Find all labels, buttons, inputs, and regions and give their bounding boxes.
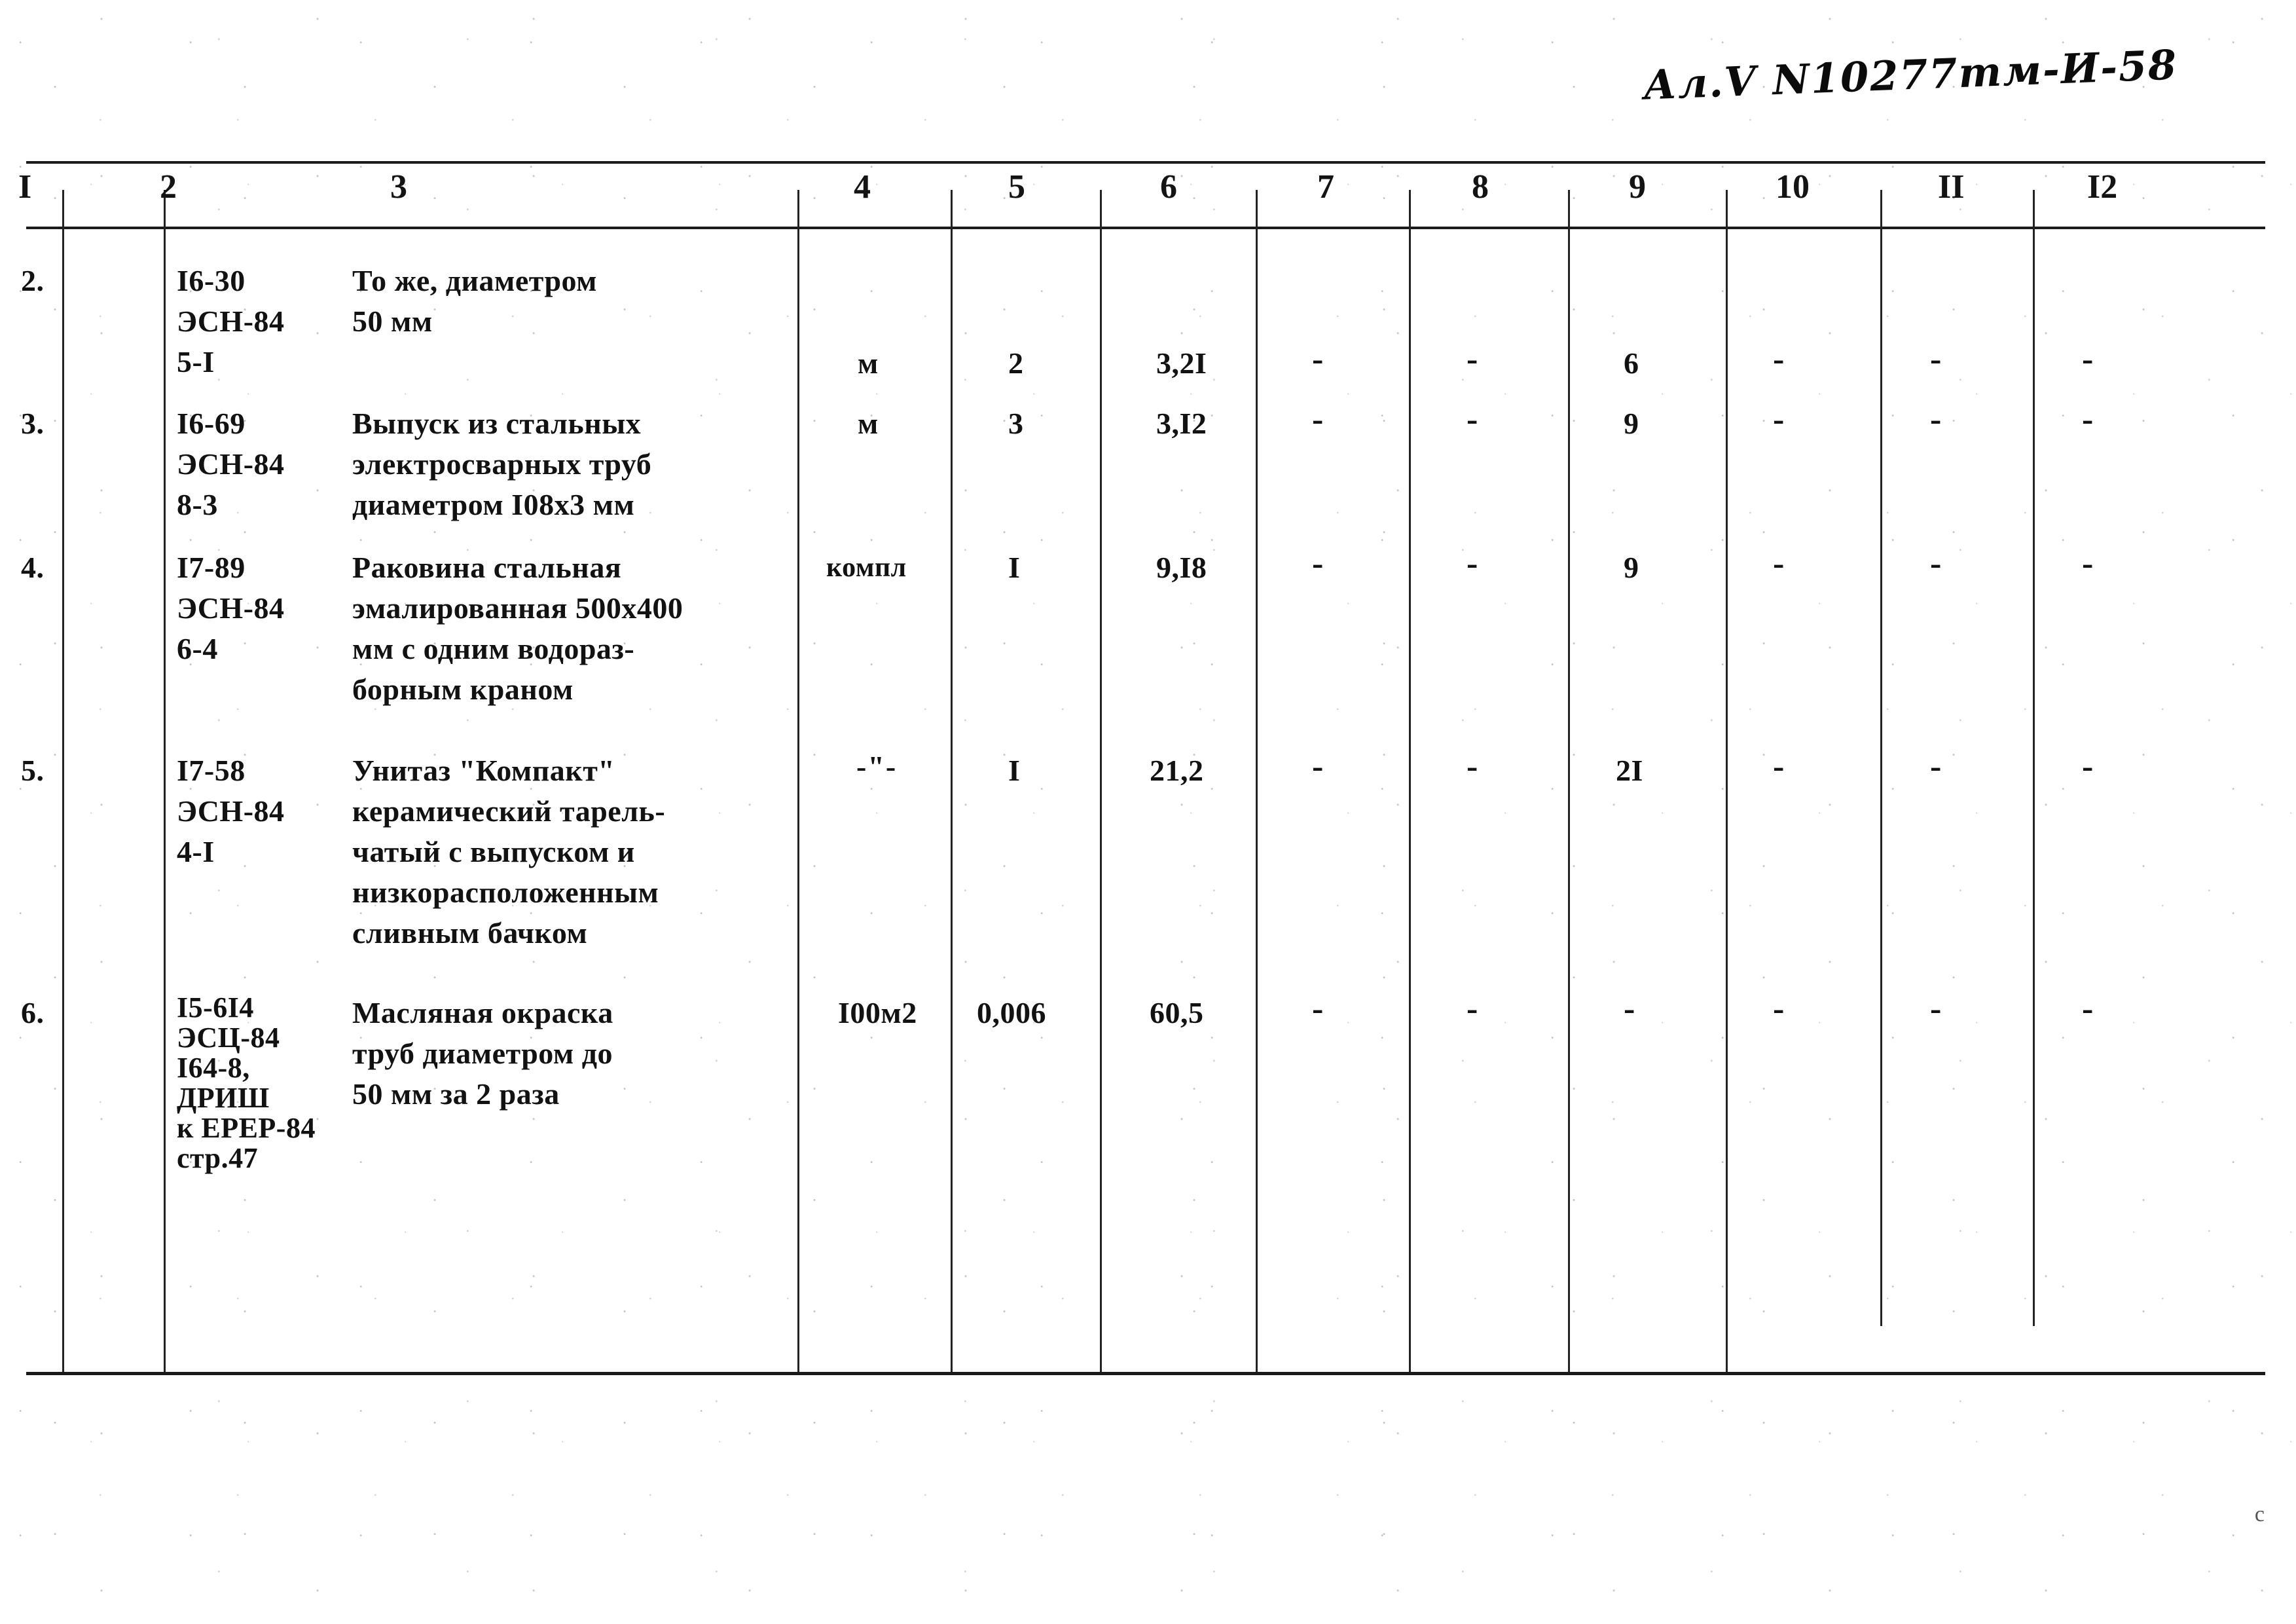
col-rule-1 xyxy=(62,190,64,1372)
row-description: Раковина стальная эмалированная 500х400 … xyxy=(352,551,683,706)
row-c10: - xyxy=(1773,545,1785,582)
row-c8: - xyxy=(1467,401,1478,438)
row-c12: - xyxy=(2082,545,2094,582)
row-description: Масляная окраска труб диаметром до 50 мм… xyxy=(352,996,613,1111)
col-header-10: 10 xyxy=(1776,168,1810,206)
row-c8: - xyxy=(1467,341,1478,378)
table-row: 4. xyxy=(21,551,45,584)
row-c11: - xyxy=(1930,990,1942,1027)
row-code: I6-69 ЭСН-84 8-3 xyxy=(177,407,285,521)
col-header-8: 8 xyxy=(1472,168,1489,206)
row-code: I6-30 ЭСН-84 5-I xyxy=(177,264,285,378)
table-bottom-border xyxy=(26,1372,2265,1375)
col-header-11: II xyxy=(1938,168,1965,206)
estimate-table: I 2 3 4 5 6 7 8 9 10 II I2 2. I6-30 ЭСН-… xyxy=(18,161,2265,1376)
col-rule-4 xyxy=(951,190,953,1372)
col-rule-6 xyxy=(1256,190,1258,1372)
col-header-12: I2 xyxy=(2087,168,2118,206)
row-c10: - xyxy=(1773,401,1785,438)
col-header-4: 4 xyxy=(854,168,871,206)
table-row: 2. xyxy=(21,264,45,297)
row-c8: - xyxy=(1467,990,1478,1027)
row-qty: I xyxy=(1008,551,1021,584)
row-code: I7-89 ЭСН-84 6-4 xyxy=(177,551,285,665)
row-unit: компл xyxy=(826,553,907,583)
row-c7: - xyxy=(1312,748,1324,785)
row-qty: 3 xyxy=(1008,407,1024,440)
col-header-1: I xyxy=(18,168,32,206)
row-c11: - xyxy=(1930,748,1942,785)
col-header-7: 7 xyxy=(1317,168,1334,206)
col-rule-9 xyxy=(1726,190,1728,1372)
col-header-6: 6 xyxy=(1160,168,1177,206)
table-row: 3. xyxy=(21,407,45,440)
col-header-2: 2 xyxy=(160,168,177,206)
col-rule-11 xyxy=(2033,190,2035,1326)
handwritten-annotation: Ал.Ⅴ N10277тм-И-58 xyxy=(1642,41,2179,109)
row-c9: 6 xyxy=(1624,346,1639,380)
row-unit: м xyxy=(858,346,879,380)
col-header-5: 5 xyxy=(1008,168,1025,206)
row-c10: - xyxy=(1773,341,1785,378)
row-price: 9,I8 xyxy=(1156,551,1207,584)
col-rule-7 xyxy=(1409,190,1411,1372)
table-row: 5. xyxy=(21,754,45,787)
row-description: Унитаз "Компакт" керамический тарель- ча… xyxy=(352,754,666,950)
row-c7: - xyxy=(1312,990,1324,1027)
row-c8: - xyxy=(1467,545,1478,582)
table-row: 6. xyxy=(21,996,45,1029)
row-c10: - xyxy=(1773,990,1785,1027)
row-c8: - xyxy=(1467,748,1478,785)
row-c9: - xyxy=(1624,990,1635,1027)
row-c11: - xyxy=(1930,545,1942,582)
row-description: Выпуск из стальных электросварных труб д… xyxy=(352,407,652,521)
table-top-border xyxy=(26,161,2265,164)
row-price: 3,I2 xyxy=(1156,407,1207,440)
row-c12: - xyxy=(2082,748,2094,785)
row-c7: - xyxy=(1312,545,1324,582)
row-c11: - xyxy=(1930,401,1942,438)
col-rule-8 xyxy=(1568,190,1570,1372)
row-price: 3,2I xyxy=(1156,346,1207,380)
row-c12: - xyxy=(2082,990,2094,1027)
row-price: 21,2 xyxy=(1150,754,1204,787)
col-header-9: 9 xyxy=(1629,168,1646,206)
col-header-3: 3 xyxy=(390,168,407,206)
row-c12: - xyxy=(2082,341,2094,378)
corner-mark: c xyxy=(2254,1502,2265,1526)
row-c12: - xyxy=(2082,401,2094,438)
row-qty: 2 xyxy=(1008,346,1024,380)
row-c9: 9 xyxy=(1624,551,1639,584)
row-c9: 9 xyxy=(1624,407,1639,440)
row-c7: - xyxy=(1312,341,1324,378)
row-unit: -"- xyxy=(856,750,898,783)
row-c7: - xyxy=(1312,401,1324,438)
row-c10: - xyxy=(1773,748,1785,785)
col-rule-5 xyxy=(1100,190,1102,1372)
row-unit: I00м2 xyxy=(838,996,917,1029)
col-rule-10 xyxy=(1880,190,1882,1326)
col-rule-2 xyxy=(164,190,166,1372)
row-price: 60,5 xyxy=(1150,996,1204,1029)
row-qty: 0,006 xyxy=(977,996,1046,1029)
row-unit: м xyxy=(858,407,879,440)
row-code: I5-6I4 ЭСЦ-84 I64-8, ДРИШ к ЕРЕР-84 стр.… xyxy=(177,991,316,1174)
row-c9: 2I xyxy=(1616,754,1643,787)
row-qty: I xyxy=(1008,754,1021,787)
row-code: I7-58 ЭСН-84 4-I xyxy=(177,754,285,868)
row-c11: - xyxy=(1930,341,1942,378)
row-description: То же, диаметром 50 мм xyxy=(352,264,598,338)
header-bottom-border xyxy=(26,227,2265,229)
